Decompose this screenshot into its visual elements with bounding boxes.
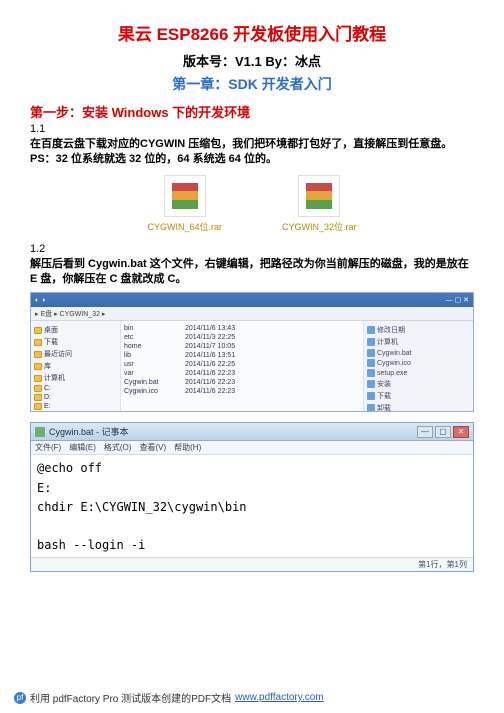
rar-icon xyxy=(298,175,340,217)
file-label: CYGWIN_32位.rar xyxy=(282,220,357,233)
notepad-title: Cygwin.bat - 记事本 xyxy=(49,425,129,438)
doc-title: 果云 ESP8266 开发板使用入门教程 xyxy=(30,20,474,45)
rar-icon xyxy=(164,175,206,217)
notepad-statusbar: 第1行，第1列 xyxy=(31,557,473,571)
explorer-filelist[interactable]: bin2014/11/6 13:43etc2014/11/3 22:25home… xyxy=(121,321,363,411)
section-1-2-text: 解压后看到 Cygwin.bat 这个文件，右键编辑，把路径改为你当前解压的磁盘… xyxy=(30,257,474,287)
maximize-button[interactable]: ▢ xyxy=(435,426,451,438)
explorer-tree[interactable]: 桌面下载最近访问库计算机C:D:E: xyxy=(31,321,121,411)
section-1-2-num: 1.2 xyxy=(30,243,474,255)
notepad-titlebar[interactable]: Cygwin.bat - 记事本 — ▢ ✕ xyxy=(31,423,473,441)
file-cygwin-32[interactable]: CYGWIN_32位.rar xyxy=(282,175,357,233)
file-label: CYGWIN_64位.rar xyxy=(147,220,222,233)
pdf-footer: pf 利用 pdfFactory Pro 测试版本创建的PDF文档 www.pd… xyxy=(14,690,324,705)
notepad-menubar[interactable]: 文件(F)编辑(E)格式(O)查看(V)帮助(H) xyxy=(31,441,473,455)
minimize-button[interactable]: — xyxy=(417,426,433,438)
explorer-window: ◐ ◑— ▢ ✕ ▸ E盘 ▸ CYGWIN_32 ▸ 桌面下载最近访问库计算机… xyxy=(30,292,474,412)
doc-subtitle: 版本号：V1.1 By：冰点 xyxy=(30,51,474,70)
close-button[interactable]: ✕ xyxy=(453,426,469,438)
footer-text: 利用 pdfFactory Pro 测试版本创建的PDF文档 xyxy=(30,690,231,705)
notepad-content[interactable]: @echo off E: chdir E:\CYGWIN_32\cygwin\b… xyxy=(31,455,473,557)
section-1-1-num: 1.1 xyxy=(30,123,474,135)
footer-link[interactable]: www.pdffactory.com xyxy=(235,692,324,703)
rar-files-row: CYGWIN_64位.rar CYGWIN_32位.rar xyxy=(30,175,474,233)
pdffactory-icon: pf xyxy=(14,692,26,704)
explorer-addressbar[interactable]: ▸ E盘 ▸ CYGWIN_32 ▸ xyxy=(31,307,473,321)
step1-heading: 第一步：安装 Windows 下的开发环境 xyxy=(30,102,474,121)
notepad-window: Cygwin.bat - 记事本 — ▢ ✕ 文件(F)编辑(E)格式(O)查看… xyxy=(30,422,474,572)
explorer-titlebar[interactable]: ◐ ◑— ▢ ✕ xyxy=(31,293,473,307)
file-cygwin-64[interactable]: CYGWIN_64位.rar xyxy=(147,175,222,233)
notepad-icon xyxy=(35,427,45,437)
chapter-heading: 第一章：SDK 开发者入门 xyxy=(30,74,474,94)
section-1-1-text: 在百度云盘下载对应的CYGWIN 压缩包，我们把环境都打包好了，直接解压到任意盘… xyxy=(30,137,474,167)
explorer-sidepanel: 修改日期计算机Cygwin.batCygwin.icosetup.exe安装下载… xyxy=(363,321,473,411)
